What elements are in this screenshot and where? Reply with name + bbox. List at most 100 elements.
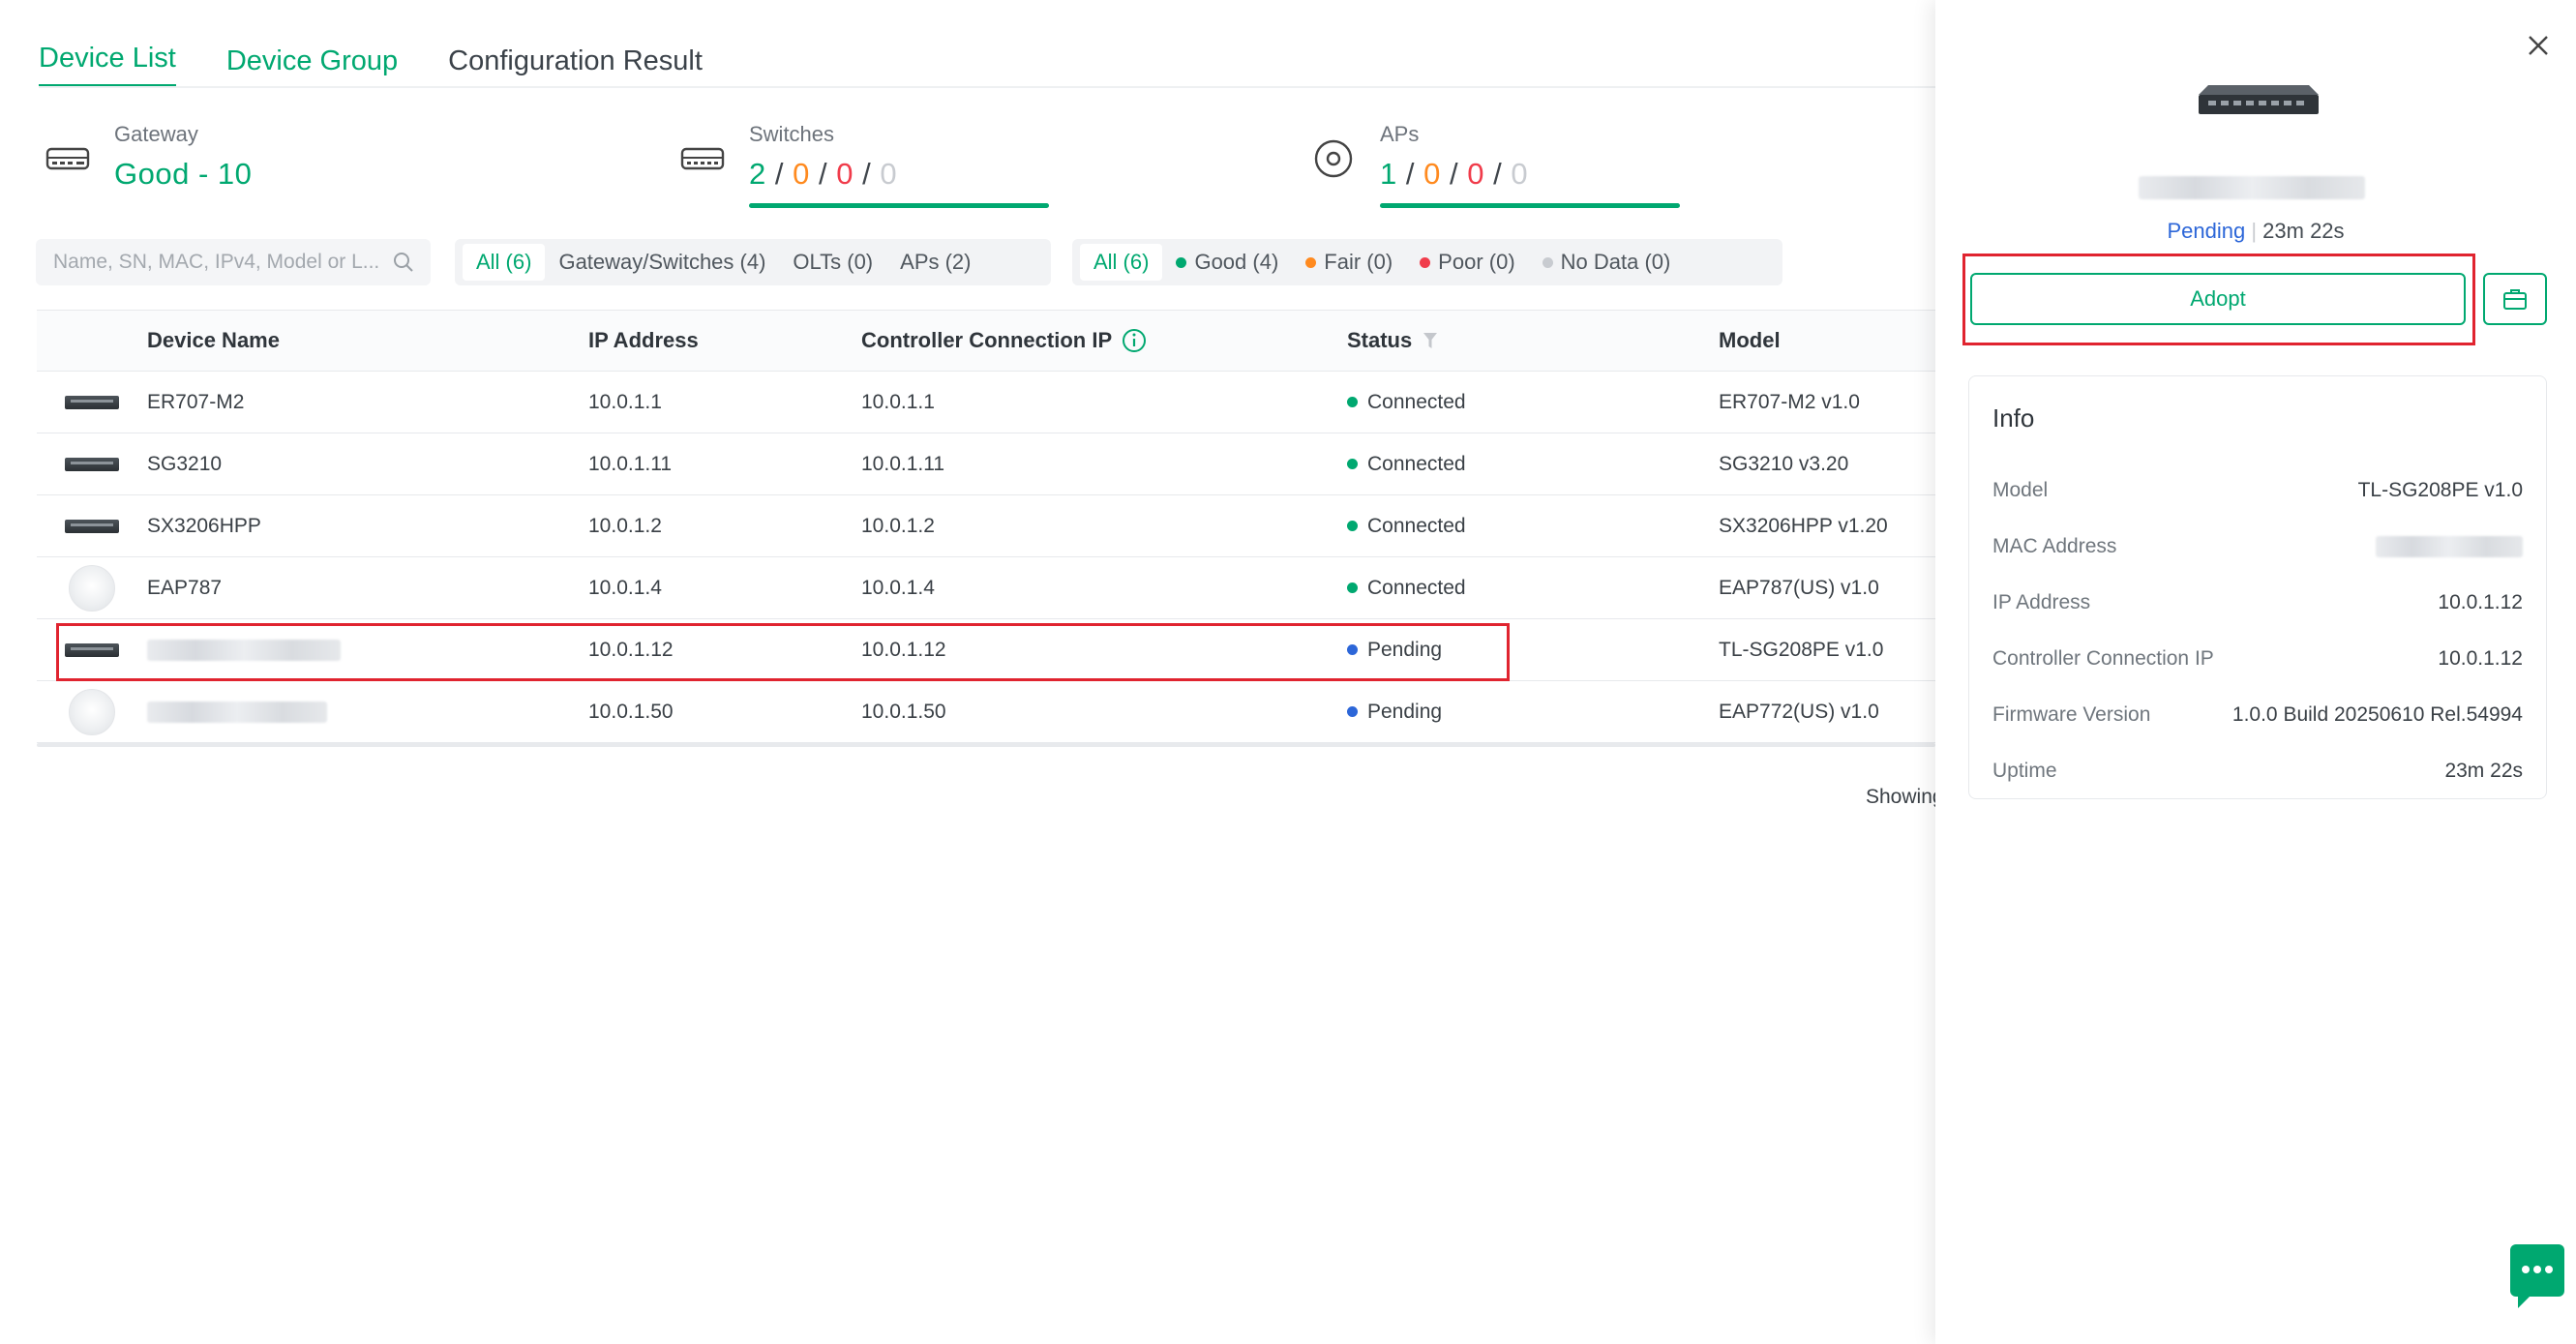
device-thumb bbox=[37, 457, 147, 471]
aps-summary: APs 1 / 0 / 0 / 0 bbox=[1310, 122, 1680, 208]
info-row-firmware: Firmware Version 1.0.0 Build 20250610 Rel… bbox=[1992, 703, 2523, 726]
device-image bbox=[2199, 85, 2319, 114]
controller-ip: 10.0.1.4 bbox=[861, 576, 935, 599]
status: Pending bbox=[1347, 701, 1719, 724]
switches-health-counts: 2 / 0 / 0 / 0 bbox=[749, 157, 898, 191]
info-card: Info Model TL-SG208PE v1.0 MAC Address IP… bbox=[1968, 375, 2547, 799]
device-name[interactable]: EAP787 bbox=[147, 577, 588, 600]
gateway-label: Gateway bbox=[114, 122, 198, 146]
pending-dot-icon bbox=[1347, 706, 1358, 717]
table-row[interactable]: SX3206HPP 10.0.1.2 10.0.1.2 Connected SX… bbox=[37, 495, 1935, 557]
more-actions-button[interactable] bbox=[2483, 273, 2547, 325]
switch-device-icon bbox=[65, 395, 119, 409]
tab-configuration-result[interactable]: Configuration Result bbox=[448, 45, 703, 87]
device-thumb bbox=[37, 564, 147, 612]
info-icon[interactable] bbox=[1122, 328, 1147, 353]
aps-health-counts: 1 / 0 / 0 / 0 bbox=[1380, 157, 1529, 191]
info-title: Info bbox=[1992, 403, 2035, 433]
top-tabs: Device List Device Group Configuration R… bbox=[39, 35, 703, 87]
connected-dot-icon bbox=[1347, 521, 1358, 531]
filter-health-poor[interactable]: Poor (0) bbox=[1406, 244, 1528, 281]
switch-device-icon bbox=[65, 519, 119, 533]
filter-health-all[interactable]: All (6) bbox=[1080, 244, 1163, 281]
controller-ip: 10.0.1.50 bbox=[861, 700, 946, 723]
status: Connected bbox=[1347, 391, 1719, 414]
tab-device-list[interactable]: Device List bbox=[39, 43, 176, 87]
header-controller-ip[interactable]: Controller Connection IP bbox=[861, 328, 1347, 353]
ip-address: 10.0.1.50 bbox=[588, 700, 674, 723]
switches-health-bar bbox=[749, 203, 1049, 208]
ip-address: 10.0.1.4 bbox=[588, 576, 662, 599]
table-row[interactable]: ER707-M2 10.0.1.1 10.0.1.1 Connected ER7… bbox=[37, 372, 1935, 433]
device-thumb bbox=[37, 395, 147, 409]
search-input[interactable] bbox=[51, 250, 380, 275]
ip-address: 10.0.1.1 bbox=[588, 390, 662, 413]
header-model[interactable]: Model bbox=[1719, 328, 1935, 353]
access-point-device-icon bbox=[69, 564, 115, 612]
device-type-filter: All (6) Gateway/Switches (4) OLTs (0) AP… bbox=[455, 239, 1051, 285]
filter-health-fair[interactable]: Fair (0) bbox=[1292, 244, 1406, 281]
controller-ip: 10.0.1.1 bbox=[861, 390, 935, 413]
redacted-name bbox=[147, 701, 327, 723]
search-box bbox=[36, 239, 431, 285]
poor-dot-icon bbox=[1420, 256, 1431, 268]
table-header: Device Name IP Address Controller Connec… bbox=[37, 310, 1935, 372]
device-name[interactable]: ER707-M2 bbox=[147, 391, 588, 414]
model: TL-SG208PE v1.0 bbox=[1719, 638, 1884, 661]
switches-summary: Switches 2 / 0 / 0 / 0 bbox=[679, 122, 1049, 208]
fair-dot-icon bbox=[1305, 256, 1317, 268]
filter-funnel-icon[interactable] bbox=[1422, 330, 1439, 351]
table-row[interactable]: 10.0.1.50 10.0.1.50 Pending EAP772(US) v… bbox=[37, 681, 1935, 743]
model: EAP772(US) v1.0 bbox=[1719, 700, 1879, 723]
switch-device-icon bbox=[65, 457, 119, 471]
model: ER707-M2 v1.0 bbox=[1719, 390, 1860, 413]
model: EAP787(US) v1.0 bbox=[1719, 576, 1879, 599]
filter-health-no-data[interactable]: No Data (0) bbox=[1529, 244, 1685, 281]
device-thumb bbox=[37, 688, 147, 735]
filter-type-olts[interactable]: OLTs (0) bbox=[779, 244, 886, 281]
tab-device-group[interactable]: Device Group bbox=[226, 45, 398, 87]
ap-icon bbox=[1314, 139, 1353, 178]
gateway-icon bbox=[45, 147, 90, 170]
ip-address: 10.0.1.2 bbox=[588, 514, 662, 537]
connected-dot-icon bbox=[1347, 397, 1358, 407]
info-row-ip: IP Address 10.0.1.12 bbox=[1992, 591, 2523, 613]
switch-icon bbox=[680, 147, 725, 170]
device-name[interactable]: SG3210 bbox=[147, 453, 588, 476]
status: Connected bbox=[1347, 453, 1719, 476]
health-filter: All (6) Good (4) Fair (0) Poor (0) No Da… bbox=[1072, 239, 1782, 285]
tabs-divider bbox=[39, 86, 1935, 88]
info-row-model: Model TL-SG208PE v1.0 bbox=[1992, 479, 2523, 501]
close-icon[interactable] bbox=[2522, 29, 2555, 62]
device-list-page: Device List Device Group Configuration R… bbox=[0, 0, 1935, 1344]
controller-ip: 10.0.1.2 bbox=[861, 514, 935, 537]
horizontal-scrollbar[interactable] bbox=[37, 743, 1935, 747]
header-ip-address[interactable]: IP Address bbox=[588, 328, 861, 353]
table-row[interactable]: EAP787 10.0.1.4 10.0.1.4 Connected EAP78… bbox=[37, 557, 1935, 619]
aps-label: APs bbox=[1380, 122, 1420, 146]
gateway-summary: Gateway Good - 10 bbox=[45, 122, 252, 192]
header-status[interactable]: Status bbox=[1347, 328, 1719, 353]
info-row-uptime: Uptime 23m 22s bbox=[1992, 760, 2523, 782]
connected-dot-icon bbox=[1347, 582, 1358, 593]
controller-ip: 10.0.1.11 bbox=[861, 452, 945, 475]
filter-type-gateway-switches[interactable]: Gateway/Switches (4) bbox=[545, 244, 779, 281]
table-row[interactable]: SG3210 10.0.1.11 10.0.1.11 Connected SG3… bbox=[37, 433, 1935, 495]
filter-health-good[interactable]: Good (4) bbox=[1162, 244, 1292, 281]
header-device-name[interactable]: Device Name bbox=[147, 328, 588, 353]
info-row-controller-ip: Controller Connection IP 10.0.1.12 bbox=[1992, 647, 2523, 670]
briefcase-icon bbox=[2503, 289, 2527, 310]
device-thumb bbox=[37, 519, 147, 533]
access-point-device-icon bbox=[69, 688, 115, 735]
redacted-device-name bbox=[2139, 176, 2365, 199]
highlight-annotation-row bbox=[56, 623, 1510, 681]
status: Connected bbox=[1347, 515, 1719, 538]
chat-support-button[interactable] bbox=[2510, 1244, 2564, 1308]
search-icon[interactable] bbox=[392, 251, 415, 274]
device-name-redacted[interactable] bbox=[147, 701, 588, 723]
info-row-mac: MAC Address bbox=[1992, 519, 2523, 575]
filter-type-all[interactable]: All (6) bbox=[463, 244, 546, 281]
model: SG3210 v3.20 bbox=[1719, 452, 1849, 475]
filter-type-aps[interactable]: APs (2) bbox=[886, 244, 984, 281]
device-name[interactable]: SX3206HPP bbox=[147, 515, 588, 538]
